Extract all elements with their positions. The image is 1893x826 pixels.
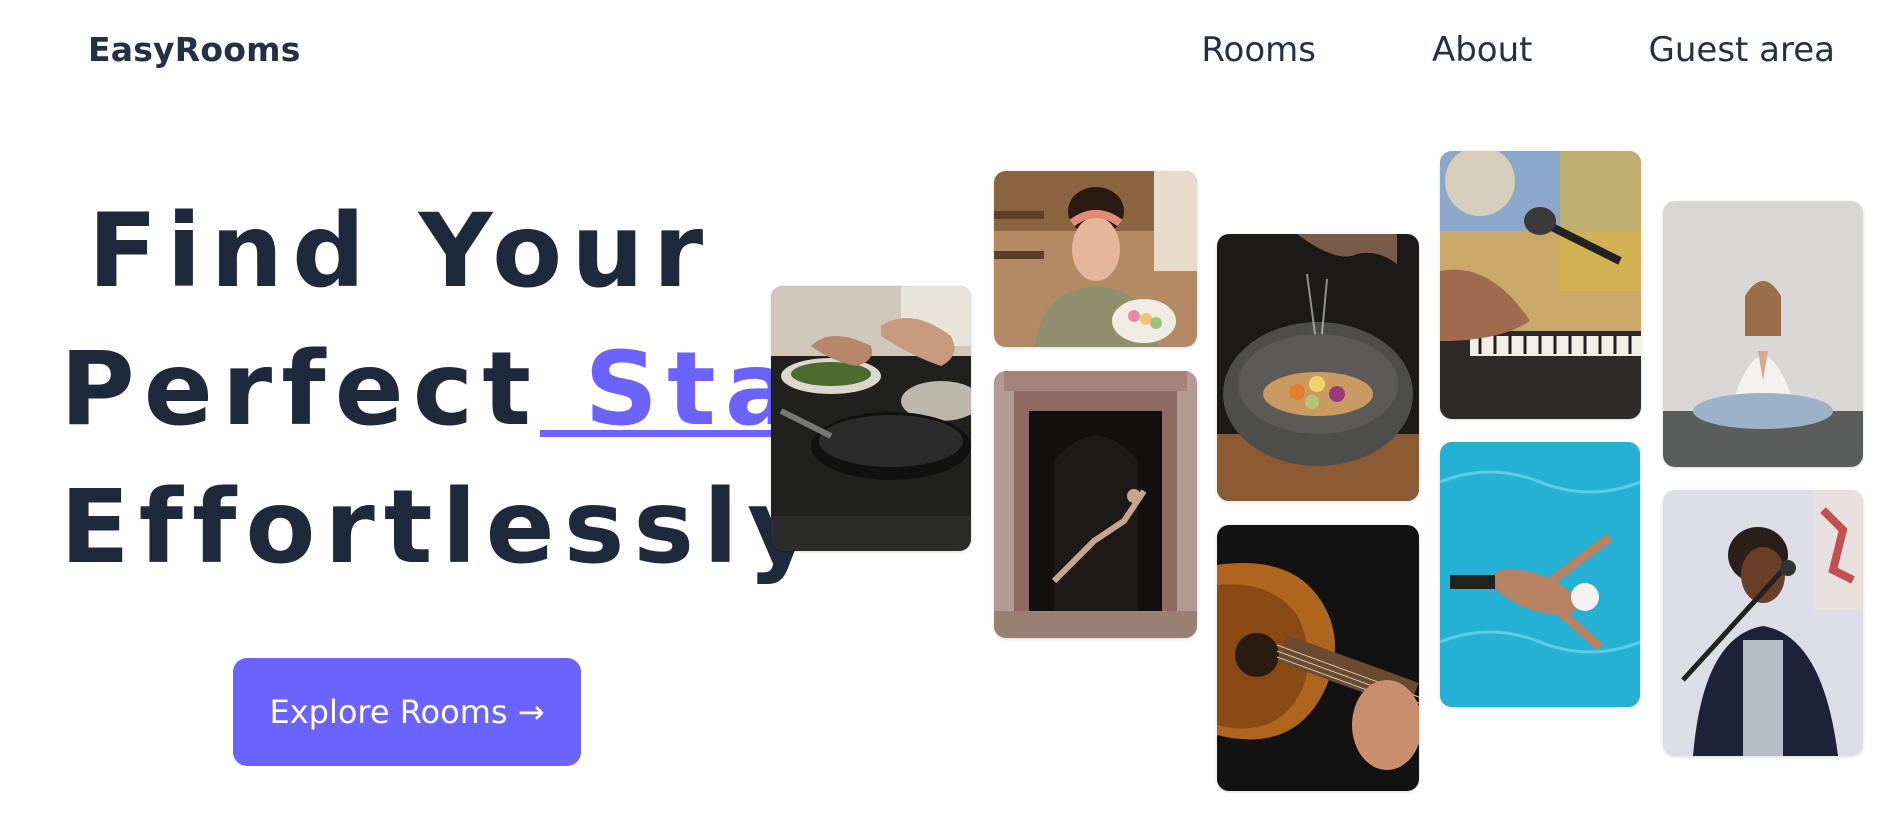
- spice-bowl-photo: [1217, 234, 1419, 501]
- nav-guest-area-link[interactable]: Guest area: [1649, 30, 1836, 70]
- dancer-in-doorway-photo: [994, 371, 1197, 638]
- hero-title: Find Your Perfect Stay, Effortlessly: [60, 183, 906, 597]
- woman-with-macarons-photo: [994, 171, 1197, 347]
- acoustic-guitar-photo: [1217, 525, 1419, 791]
- nav-about-link[interactable]: About: [1432, 30, 1533, 70]
- piano-microphone-photo: [1440, 151, 1641, 419]
- explore-rooms-button[interactable]: Explore Rooms →: [233, 658, 581, 766]
- meditation-yoga-photo: [1663, 201, 1863, 467]
- singer-with-microphone-photo: [1663, 490, 1863, 756]
- hero-title-line-1: Find Your: [87, 192, 713, 311]
- hero-title-perfect: Perfect: [60, 330, 541, 449]
- nav-rooms-link[interactable]: Rooms: [1201, 30, 1316, 70]
- hero-title-line-2: Perfect Stay,: [60, 321, 906, 459]
- landing-page: EasyRooms Rooms About Guest area Find Yo…: [0, 0, 1893, 826]
- brand-logo[interactable]: EasyRooms: [88, 30, 301, 69]
- main-nav: Rooms About Guest area: [1201, 30, 1835, 70]
- swimmer-in-pool-photo: [1440, 442, 1640, 707]
- hero-title-line-3: Effortlessly: [60, 468, 823, 587]
- cooking-pan-photo: [771, 286, 971, 551]
